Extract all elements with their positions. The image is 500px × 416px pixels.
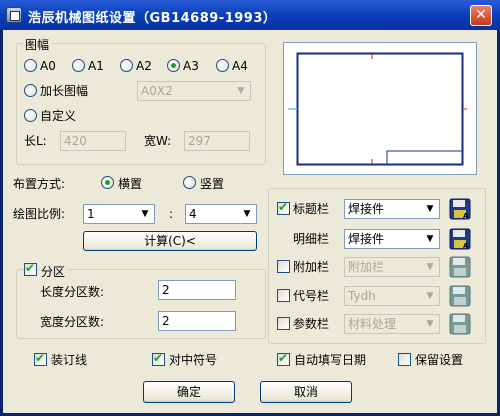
app-icon	[6, 7, 22, 23]
drawing-preview	[283, 42, 477, 175]
chevron-down-icon: ▼	[426, 319, 434, 329]
radio-a2-label: A2	[136, 59, 152, 73]
radio-portrait[interactable]	[183, 176, 196, 189]
radio-landscape-label: 横置	[118, 177, 143, 191]
length-label: 长L:	[24, 134, 47, 148]
length-zones-input[interactable]: 2	[158, 280, 236, 300]
radio-a1[interactable]	[72, 59, 85, 72]
param-block-select[interactable]: 材料处理 ▼	[344, 314, 440, 334]
layout-label: 布置方式:	[13, 177, 66, 191]
length-zones-label: 长度分区数:	[40, 285, 105, 299]
radio-a2[interactable]	[120, 59, 133, 72]
chevron-down-icon: ▼	[426, 262, 434, 272]
radio-a3[interactable]	[167, 59, 180, 72]
extended-size-select[interactable]: A0X2 ▼	[137, 81, 251, 101]
scale-right-value: 4	[189, 207, 197, 221]
chevron-down-icon: ▼	[237, 86, 245, 96]
auto-date-checkbox[interactable]	[277, 351, 290, 366]
extended-size-value: A0X2	[141, 84, 173, 98]
extra-block-value: 附加栏	[348, 260, 385, 274]
binding-line-label: 装订线	[51, 353, 88, 367]
dialog-window: 浩辰机械图纸设置（GB14689-1993） ✕ 图幅 A0 A1 A2 A3 …	[0, 0, 500, 416]
scale-left-value: 1	[87, 207, 95, 221]
radio-a0[interactable]	[24, 59, 37, 72]
extra-block-label: 附加栏	[293, 260, 330, 274]
drawing-frame-outer	[296, 52, 464, 166]
close-button[interactable]: ✕	[470, 5, 492, 26]
title-bar[interactable]: 浩辰机械图纸设置（GB14689-1993） ✕	[0, 0, 500, 30]
keep-settings-checkbox[interactable]	[398, 353, 411, 366]
code-block-label: 代号栏	[293, 289, 330, 303]
title-block-value: 焊接件	[348, 202, 385, 216]
chevron-down-icon: ▼	[426, 291, 434, 301]
auto-date-label: 自动填写日期	[294, 353, 367, 367]
scale-separator: :	[169, 207, 174, 221]
chevron-down-icon: ▼	[426, 204, 434, 214]
save-icon[interactable]: A	[449, 228, 471, 250]
svg-text:A: A	[463, 242, 469, 250]
title-block-checkbox[interactable]	[277, 200, 290, 215]
svg-text:A: A	[463, 212, 469, 220]
title-block-select[interactable]: 焊接件 ▼	[344, 199, 440, 219]
scale-label: 绘图比例:	[13, 207, 66, 221]
radio-a1-label: A1	[88, 59, 104, 73]
length-input[interactable]: 420	[60, 131, 126, 151]
save-icon[interactable]	[449, 285, 471, 307]
paper-size-group-title: 图幅	[23, 36, 52, 53]
radio-portrait-label: 竖置	[200, 177, 225, 191]
extra-block-select[interactable]: 附加栏 ▼	[344, 257, 440, 277]
code-block-checkbox[interactable]	[277, 289, 290, 302]
cancel-button[interactable]: 取消	[260, 381, 352, 403]
radio-a4-label: A4	[232, 59, 248, 73]
detail-block-value: 焊接件	[348, 232, 385, 246]
binding-line-checkbox[interactable]	[34, 351, 47, 366]
param-block-value: 材料处理	[348, 317, 397, 331]
radio-a4[interactable]	[216, 59, 229, 72]
chevron-down-icon: ▼	[243, 209, 251, 219]
radio-custom-label: 自定义	[40, 109, 77, 123]
drawing-frame-inner	[297, 53, 463, 165]
detail-block-select[interactable]: 焊接件 ▼	[344, 229, 440, 249]
width-zones-label: 宽度分区数:	[40, 315, 105, 329]
title-block-label: 标题栏	[293, 202, 330, 216]
drawing-preview-canvas	[288, 52, 467, 166]
keep-settings-label: 保留设置	[415, 353, 464, 367]
param-block-label: 参数栏	[293, 317, 330, 331]
width-input[interactable]: 297	[184, 131, 250, 151]
dialog-client: 图幅 A0 A1 A2 A3 A4 加长图幅 A0X2 ▼ 自定义 长L: 42…	[3, 30, 497, 413]
radio-a3-label: A3	[183, 59, 199, 73]
scale-right-select[interactable]: 4 ▼	[185, 204, 257, 224]
compute-button[interactable]: 计算(C)<	[83, 231, 257, 251]
width-zones-input[interactable]: 2	[158, 311, 236, 331]
radio-extended-label: 加长图幅	[40, 84, 89, 98]
zones-checkbox[interactable]	[24, 261, 37, 276]
save-icon[interactable]: A	[449, 198, 471, 220]
center-mark-checkbox[interactable]	[152, 351, 165, 366]
code-block-select[interactable]: Tydh ▼	[344, 286, 440, 306]
code-block-value: Tydh	[348, 289, 376, 303]
width-label: 宽W:	[144, 134, 172, 148]
radio-custom[interactable]	[24, 109, 37, 122]
ok-button[interactable]: 确定	[143, 381, 235, 403]
zones-label: 分区	[39, 263, 68, 280]
chevron-down-icon: ▼	[426, 234, 434, 244]
title-block-outline	[386, 150, 463, 165]
window-title: 浩辰机械图纸设置（GB14689-1993）	[28, 11, 277, 26]
radio-landscape[interactable]	[101, 176, 114, 189]
detail-block-label: 明细栏	[293, 232, 330, 246]
radio-a0-label: A0	[40, 59, 56, 73]
scale-left-select[interactable]: 1 ▼	[83, 204, 155, 224]
center-mark-label: 对中符号	[169, 353, 218, 367]
save-icon[interactable]	[449, 313, 471, 335]
extra-block-checkbox[interactable]	[277, 260, 290, 273]
chevron-down-icon: ▼	[141, 209, 149, 219]
radio-extended[interactable]	[24, 84, 37, 97]
param-block-checkbox[interactable]	[277, 317, 290, 330]
save-icon[interactable]	[449, 256, 471, 278]
